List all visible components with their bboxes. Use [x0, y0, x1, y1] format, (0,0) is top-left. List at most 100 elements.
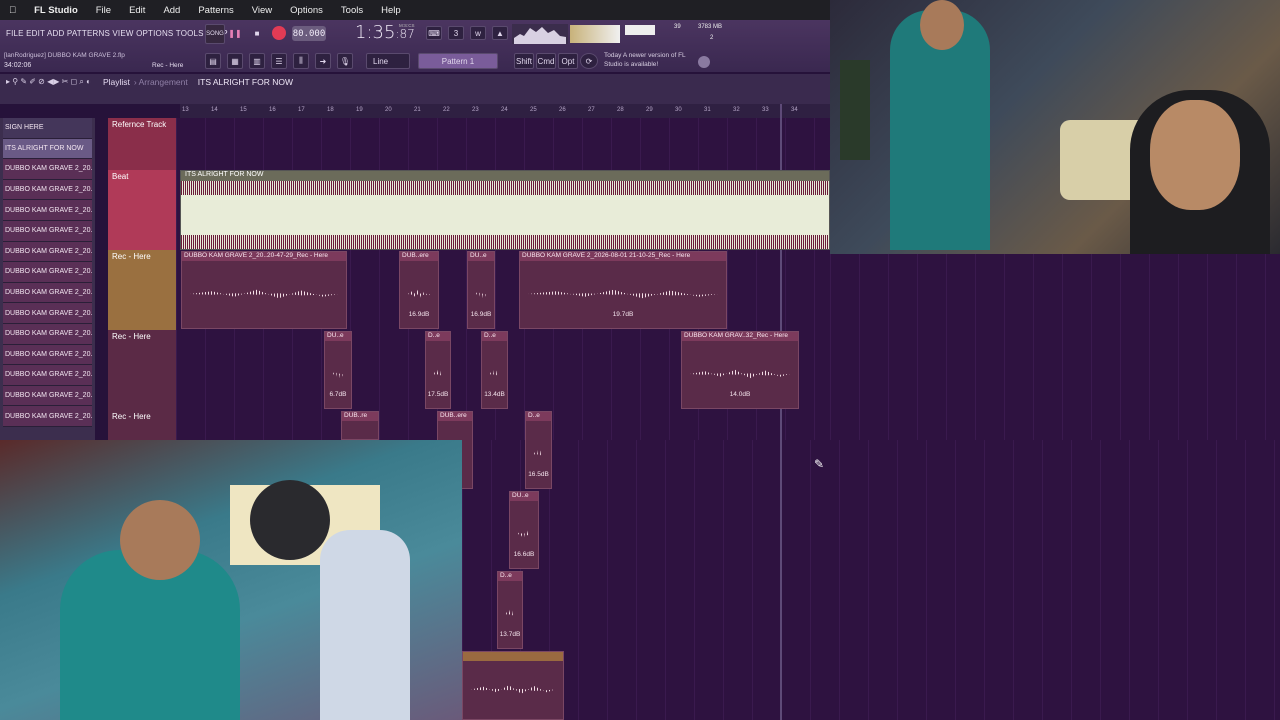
track-name: Rec - Here	[112, 332, 151, 341]
menu-help[interactable]: Help	[372, 5, 410, 16]
globe-icon[interactable]	[698, 56, 710, 68]
webcam-overlay-left	[0, 440, 462, 720]
pattern-item[interactable]: DUBBO KAM GRAVE 2_20...	[3, 323, 92, 345]
menu-edit[interactable]: Edit	[120, 5, 154, 16]
clip-waveform	[190, 289, 338, 299]
pattern-item[interactable]: DUBBO KAM GRAVE 2_20...	[3, 262, 92, 283]
audio-clip[interactable]: DUBBO KAM GRAVE 2_20..20-47-29_Rec - Her…	[181, 251, 347, 329]
menu-tools[interactable]: Tools	[332, 5, 372, 16]
audio-clip[interactable]: D..e 13.4dB	[481, 331, 508, 409]
timeline-ruler[interactable]: 13 14 15 16 17 18 19 20 21 22 23 24 25 26 27 28 29 30 31 32…	[180, 104, 830, 118]
person-front-head	[120, 500, 200, 580]
audio-clip[interactable]: DU..e 16.9dB	[467, 251, 495, 329]
overview-bar[interactable]	[0, 90, 830, 104]
playlist-arrangement[interactable]: › Arrangement	[134, 77, 188, 87]
wait-input-icon[interactable]: w	[470, 26, 486, 40]
typing-keyboard-icon[interactable]: ⌨	[426, 26, 442, 40]
menu-options[interactable]: Options	[281, 5, 332, 16]
menu-file[interactable]: File	[87, 5, 120, 16]
ruler-tick: 26	[559, 107, 566, 113]
channel-rack-icon[interactable]: ▥	[249, 53, 265, 69]
shift-key[interactable]: Shift	[514, 53, 534, 69]
pattern-item[interactable]: DUBBO KAM GRAVE 2_20...	[3, 241, 92, 263]
pattern-item[interactable]: DUBBO KAM GRAVE 2_20...	[3, 344, 92, 366]
clip-gain: 19.7dB	[612, 311, 634, 318]
audio-clip[interactable]	[462, 651, 564, 720]
mixer-icon[interactable]: ⫼	[293, 53, 309, 69]
browser-icon[interactable]: ☰	[271, 53, 287, 69]
audio-clip[interactable]: DU..e 6.7dB	[324, 331, 352, 409]
ruler-tick: 34	[791, 107, 798, 113]
pattern-item[interactable]: SIGN HERE	[3, 118, 92, 139]
clip-gain: 16.9dB	[408, 311, 430, 318]
pattern-item[interactable]: DUBBO KAM GRAVE 2_20...	[3, 385, 92, 407]
pattern-item[interactable]: ITS ALRIGHT FOR NOW	[3, 138, 92, 160]
beat-clip[interactable]: ITS ALRIGHT FOR NOW	[180, 170, 830, 250]
pattern-item[interactable]: DUBBO KAM GRAVE 2_20...	[3, 220, 92, 242]
metronome-icon[interactable]: ▲	[492, 26, 508, 40]
clip-gain: 16.6dB	[513, 551, 535, 558]
opt-key[interactable]: Opt	[558, 53, 578, 69]
piano-roll-icon[interactable]: ▦	[227, 53, 243, 69]
pattern-item[interactable]: DUBBO KAM GRAVE 2_20...	[3, 200, 92, 221]
tempo-display[interactable]: 80.000	[292, 26, 326, 41]
track-header[interactable]: Rec - Here	[108, 330, 176, 410]
clip-gain: 14.0dB	[729, 391, 751, 398]
master-meter	[570, 25, 620, 43]
news-panel[interactable]: Today A newer version of FL Studio is av…	[604, 51, 699, 69]
pattern-item[interactable]: DUBBO KAM GRAVE 2_20...	[3, 303, 92, 324]
track-header[interactable]: Rec - Here	[108, 410, 176, 440]
snap-select[interactable]: Line	[366, 53, 410, 69]
audio-clip[interactable]: DU..e 16.6dB	[509, 491, 539, 569]
audio-clip[interactable]: D..e 13.7dB	[497, 571, 523, 649]
ruler-tick: 33	[762, 107, 769, 113]
fl-menu[interactable]: FILE EDIT ADD PATTERNS VIEW OPTIONS TOOL…	[6, 29, 228, 38]
arrow-icon[interactable]: ➜	[315, 53, 331, 69]
pattern-item[interactable]: DUBBO KAM GRAVE 2_20...	[3, 179, 92, 201]
time-units: M:S:CS	[399, 23, 415, 28]
playlist-grid-lower[interactable]	[462, 440, 1280, 720]
stop-button[interactable]: ■	[250, 26, 264, 40]
menu-patterns[interactable]: Patterns	[189, 5, 242, 16]
playlist-grid-right[interactable]	[830, 254, 1280, 440]
clip-waveform	[690, 369, 790, 379]
track-header[interactable]: Refernce Track	[108, 118, 176, 170]
audio-clip[interactable]: D..e 16.5dB	[525, 411, 552, 489]
app-menu[interactable]: FL Studio	[25, 5, 87, 16]
ruler-tick: 32	[733, 107, 740, 113]
polyphony-value: 2	[710, 35, 714, 41]
record-button[interactable]	[272, 26, 286, 40]
news-date: Today	[604, 52, 622, 59]
snap-label: Line	[373, 56, 389, 66]
clip-waveform	[333, 369, 343, 379]
audio-clip[interactable]: DUB..ere 16.9dB	[399, 251, 439, 329]
song-mode-toggle[interactable]: SONG	[205, 24, 225, 44]
person-right-face	[1150, 100, 1240, 210]
track-header[interactable]: Rec - Here	[108, 250, 176, 330]
clip-gain: 6.7dB	[329, 391, 347, 398]
audio-clip[interactable]: DUBBO KAM GRAV..32_Rec - Here 14.0dB	[681, 331, 799, 409]
pause-button[interactable]: ❚❚	[228, 26, 242, 40]
audio-clip[interactable]: DUB..re	[341, 411, 379, 440]
playlist-tools[interactable]: ▸ ⚲ ✎ ✐ ⊘ ◀▶ ✂ ◻ ⌕ ◐	[6, 77, 91, 87]
audio-clip[interactable]: D..e 17.5dB	[425, 331, 451, 409]
cmd-key[interactable]: Cmd	[536, 53, 556, 69]
microphone-icon[interactable]: 🎙	[337, 53, 353, 69]
countdown-icon[interactable]: 3	[448, 26, 464, 40]
pattern-item[interactable]: DUBBO KAM GRAVE 2_20...	[3, 159, 92, 180]
pattern-item[interactable]: DUBBO KAM GRAVE 2_20...	[3, 365, 92, 386]
person-back	[320, 530, 410, 720]
pattern-select[interactable]: Pattern 1	[418, 53, 498, 69]
menu-add[interactable]: Add	[154, 5, 189, 16]
playlist-icon[interactable]: ▤	[205, 53, 221, 69]
microphone	[250, 480, 330, 560]
pattern-item[interactable]: DUBBO KAM GRAVE 2_20...	[3, 406, 92, 427]
clip-gain: 13.7dB	[499, 631, 521, 638]
apple-icon[interactable]: 	[0, 5, 25, 16]
menu-view[interactable]: View	[243, 5, 281, 16]
track-header[interactable]: Beat	[108, 170, 176, 250]
clip-waveform	[534, 449, 543, 459]
pattern-item[interactable]: DUBBO KAM GRAVE 2_20...	[3, 282, 92, 304]
news-icon[interactable]: ⟳	[580, 53, 598, 69]
audio-clip[interactable]: DUBBO KAM GRAVE 2_2026-08-01 21-10-25_Re…	[519, 251, 727, 329]
